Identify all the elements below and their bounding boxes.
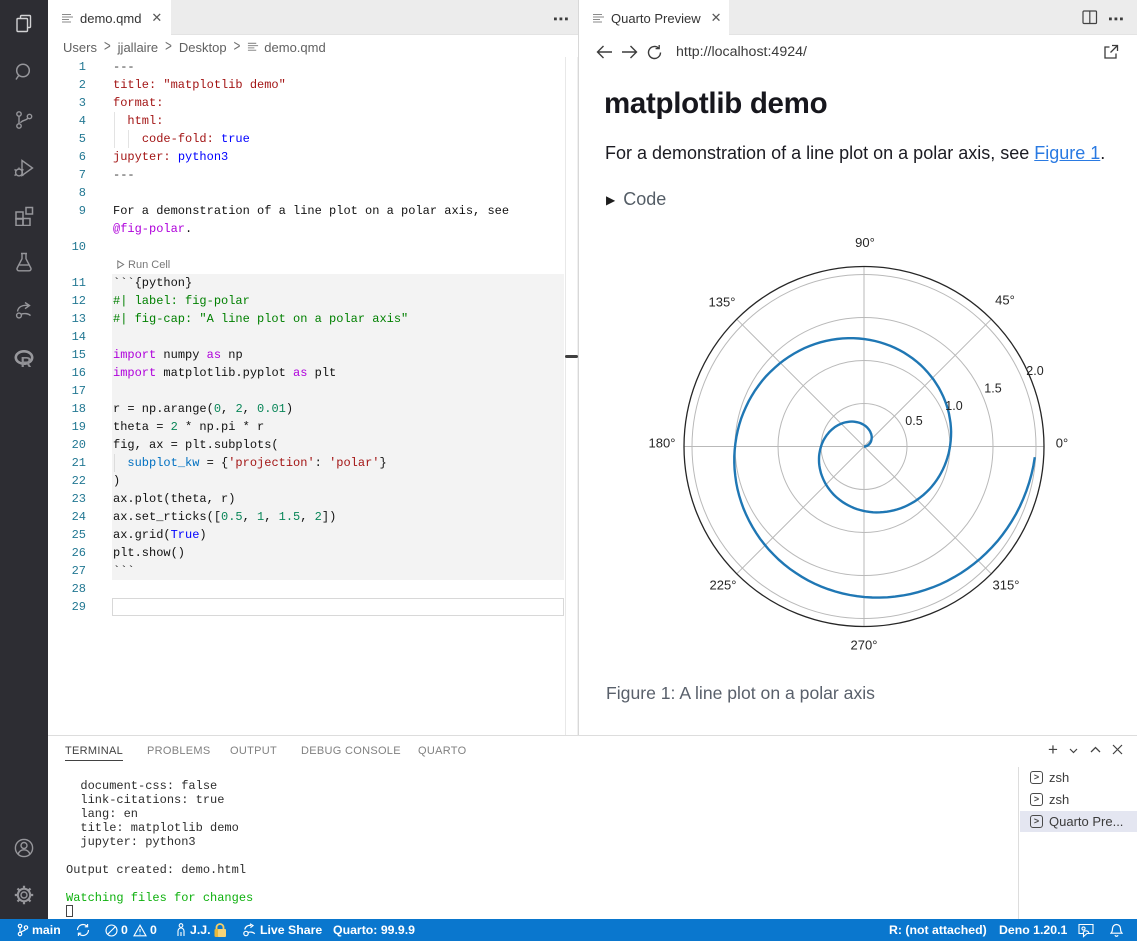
svg-text:0.5: 0.5 xyxy=(905,414,922,428)
svg-text:135°: 135° xyxy=(709,295,736,310)
svg-text:1.5: 1.5 xyxy=(984,382,1001,396)
svg-text:225°: 225° xyxy=(710,578,737,593)
svg-text:R: R xyxy=(21,354,32,371)
svg-text:1.0: 1.0 xyxy=(945,399,962,413)
svg-text:315°: 315° xyxy=(993,578,1020,593)
svg-text:0°: 0° xyxy=(1056,436,1068,451)
svg-text:180°: 180° xyxy=(649,436,676,451)
svg-text:45°: 45° xyxy=(995,293,1015,308)
svg-text:2.0: 2.0 xyxy=(1026,364,1043,378)
svg-text:90°: 90° xyxy=(855,235,875,250)
svg-text:270°: 270° xyxy=(851,638,878,653)
